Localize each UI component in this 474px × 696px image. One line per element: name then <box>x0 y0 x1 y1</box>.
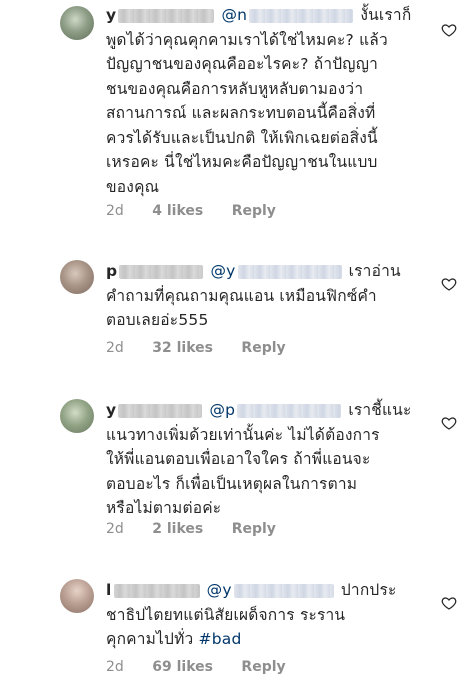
comment-line: ควรได้รับและเป็นปกติ ให้เพิกเฉยต่อสิ่งนี… <box>106 128 378 147</box>
comment-text: p @y เราอ่าน คำถามที่คุณถามคุณแอน เหมือน… <box>106 259 426 333</box>
avatar[interactable] <box>60 579 94 613</box>
redacted-mention <box>237 264 342 279</box>
heart-outline-icon[interactable] <box>441 22 457 38</box>
avatar[interactable] <box>60 399 94 433</box>
likes-count[interactable]: 69 likes <box>152 659 213 675</box>
comment-line: แนวทางเพิ่มด้วยเท่านั้นค่ะ ไม่ได้ต้องการ <box>106 425 380 444</box>
username[interactable]: y <box>106 6 116 24</box>
mention-link[interactable]: @y <box>210 262 235 280</box>
comment-text: l @y ปากประ ชาธิปไตยทแต่นิสัยเผด็จการ ระ… <box>106 578 426 652</box>
comment-line: งั้นเราก็ <box>360 6 412 24</box>
reply-button[interactable]: Reply <box>232 521 276 537</box>
likes-count[interactable]: 32 likes <box>152 340 213 356</box>
comment-line: สถานการณ์ และผลกระทบตอนนี้คือสิ่งที่ <box>106 104 376 122</box>
comment-time[interactable]: 2d <box>106 659 124 675</box>
comment-line: คุกคามไปทั่ว <box>106 630 194 648</box>
comment-line: เราอ่าน <box>348 262 401 280</box>
heart-outline-icon[interactable] <box>441 276 457 292</box>
comment-text: y @n งั้นเราก็ พูดได้ว่าคุณคุกคามเราได้ใ… <box>106 3 426 199</box>
comment-meta: 2d 32 likes Reply <box>106 340 310 356</box>
comment-feed: y @n งั้นเราก็ พูดได้ว่าคุณคุกคามเราได้ใ… <box>0 0 474 696</box>
comment-line: หรือไม่ตามต่อค่ะ <box>106 499 222 517</box>
comment-meta: 2d 2 likes Reply <box>106 521 300 537</box>
reply-button[interactable]: Reply <box>232 203 276 219</box>
likes-count[interactable]: 4 likes <box>152 203 203 219</box>
reply-button[interactable]: Reply <box>241 340 285 356</box>
comment-meta: 2d 69 likes Reply <box>106 659 310 675</box>
heart-outline-icon[interactable] <box>441 595 457 611</box>
hashtag-link[interactable]: #bad <box>199 630 242 648</box>
comment-line: ชาธิปไตยทแต่นิสัยเผด็จการ ระราน <box>106 605 346 624</box>
comment-line: เหรอคะ นี่ใช่ไหมคะคือปัญญาชนในแบบ <box>106 153 378 171</box>
username[interactable]: l <box>106 581 112 599</box>
comment-text: y @p เราชี้แนะ แนวทางเพิ่มด้วยเท่านั้นค่… <box>106 398 426 521</box>
comment-line: พูดได้ว่าคุณคุกคามเราได้ใช่ไหมคะ? แล้ว <box>106 30 388 49</box>
comment-line: ตอบเลยอ่ะ555 <box>106 311 209 329</box>
avatar[interactable] <box>60 6 94 40</box>
comment-line: ชนของคุณคือการหลับหูหลับตามองว่า <box>106 79 364 98</box>
reply-button[interactable]: Reply <box>241 659 285 675</box>
comment-line: คำถามที่คุณถามคุณแอน เหมือนฟิกซ์คำ <box>106 286 377 305</box>
comment-line: ตอบอะไร ก็เพื่อเป็นเหตุผลในการตาม <box>106 474 358 493</box>
comment-line: เราชี้แนะ <box>348 401 412 419</box>
comment-line: ของคุณ <box>106 177 160 196</box>
redacted-username <box>119 264 204 279</box>
redacted-username <box>118 403 203 418</box>
heart-outline-icon[interactable] <box>441 415 457 431</box>
redacted-username <box>118 8 215 23</box>
mention-link[interactable]: @n <box>221 6 247 24</box>
username[interactable]: y <box>106 401 116 419</box>
mention-link[interactable]: @p <box>209 401 235 419</box>
comment-time[interactable]: 2d <box>106 521 124 537</box>
redacted-username <box>113 583 200 598</box>
likes-count[interactable]: 2 likes <box>152 521 203 537</box>
comment-line: ปากประ <box>340 581 397 599</box>
comment-time[interactable]: 2d <box>106 340 124 356</box>
comment-meta: 2d 4 likes Reply <box>106 203 300 219</box>
redacted-mention <box>233 583 334 598</box>
redacted-mention <box>249 8 354 23</box>
mention-link[interactable]: @y <box>207 581 232 599</box>
comment-line: ให้พี่แอนตอบเพื่อเอาใจใคร ถ้าพี่แอนจะ <box>106 450 371 468</box>
redacted-mention <box>237 403 342 418</box>
avatar[interactable] <box>60 260 94 294</box>
comment-line: ปัญญาชนของคุณคืออะไรคะ? ถ้าปัญญา <box>106 55 379 73</box>
username[interactable]: p <box>106 262 117 280</box>
comment-time[interactable]: 2d <box>106 203 124 219</box>
